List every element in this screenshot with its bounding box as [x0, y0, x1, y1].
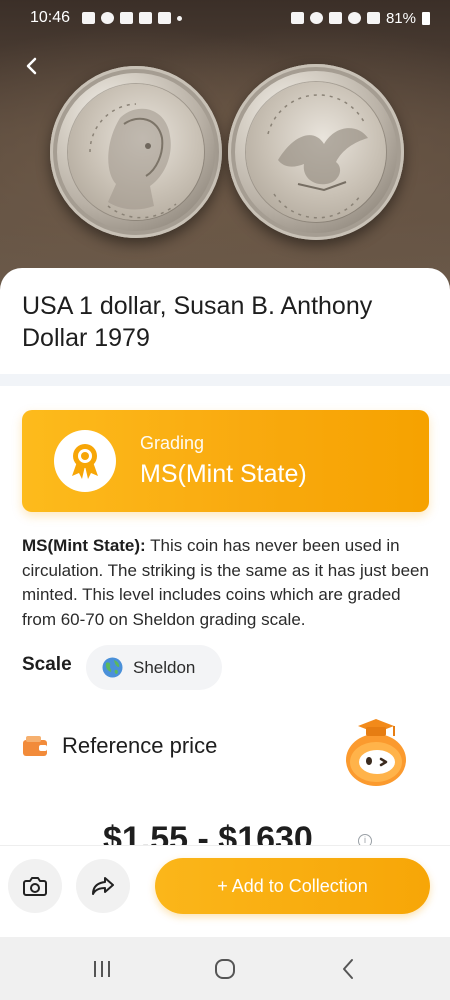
- reference-price-label: Reference price: [62, 733, 218, 758]
- status-time: 10:46: [30, 9, 71, 26]
- wallet-icon: [23, 736, 47, 756]
- back-button[interactable]: [18, 52, 46, 80]
- more-notifications-icon: [177, 15, 183, 21]
- medal-icon: [72, 444, 98, 479]
- gmail-icon: [158, 12, 172, 24]
- globe-icon: [102, 657, 123, 678]
- wifi-icon: [347, 12, 361, 24]
- camera-button[interactable]: [8, 859, 62, 913]
- battery-percent: 81%: [385, 9, 416, 27]
- price-range: $1.55 - $1630: [103, 820, 313, 848]
- coin-obverse-image: [50, 66, 222, 238]
- recent-apps-button[interactable]: [77, 949, 127, 989]
- scale-chip[interactable]: Sheldon: [86, 645, 222, 690]
- scale-value: Sheldon: [133, 657, 196, 677]
- grading-label: Grading: [140, 433, 205, 453]
- system-back-button[interactable]: [323, 949, 373, 989]
- mute-icon: [328, 12, 342, 24]
- nfc-icon: [290, 12, 304, 24]
- add-to-collection-button[interactable]: + Add to Collection: [155, 858, 430, 914]
- share-icon: [92, 877, 114, 895]
- coin-photo: 10:46 81%: [0, 0, 450, 290]
- home-button[interactable]: [200, 949, 250, 989]
- alarm-clock-icon: [309, 12, 323, 24]
- title-card: USA 1 dollar, Susan B. Anthony Dollar 19…: [0, 268, 450, 376]
- grading-badge: [54, 430, 116, 492]
- grading-card: Grading MS(Mint State): [22, 410, 429, 512]
- coin-title: USA 1 dollar, Susan B. Anthony Dollar 19…: [22, 292, 373, 352]
- coin-reverse-image: [228, 64, 404, 240]
- camera-icon: [23, 877, 47, 896]
- grading-value: MS(Mint State): [140, 460, 307, 488]
- action-bar: + Add to Collection: [0, 845, 450, 937]
- grading-term: MS(Mint State):: [22, 536, 146, 555]
- signal-icon: [366, 12, 380, 24]
- battery-icon: [422, 11, 430, 25]
- scale-label: Scale: [22, 654, 72, 675]
- section-divider: [0, 374, 450, 386]
- notification-icon: [82, 12, 96, 24]
- system-nav-bar: [0, 937, 450, 1000]
- home-icon: [214, 958, 235, 979]
- status-bar: 10:46 81%: [0, 0, 450, 36]
- mascot-assistant-icon[interactable]: [340, 716, 410, 788]
- eagle-landing-icon: [267, 94, 368, 219]
- share-button[interactable]: [76, 859, 130, 913]
- susan-b-anthony-portrait-icon: [89, 103, 177, 219]
- recent-apps-icon: [93, 960, 110, 977]
- alarm-icon: [139, 12, 153, 24]
- chevron-left-icon: [26, 57, 37, 75]
- grading-description: MS(Mint State): This coin has never been…: [22, 534, 432, 632]
- back-arrow-icon: [343, 958, 354, 979]
- app-notification-icon: [101, 12, 115, 24]
- reference-price-header: Reference price: [22, 733, 217, 759]
- mail-icon: [120, 12, 134, 24]
